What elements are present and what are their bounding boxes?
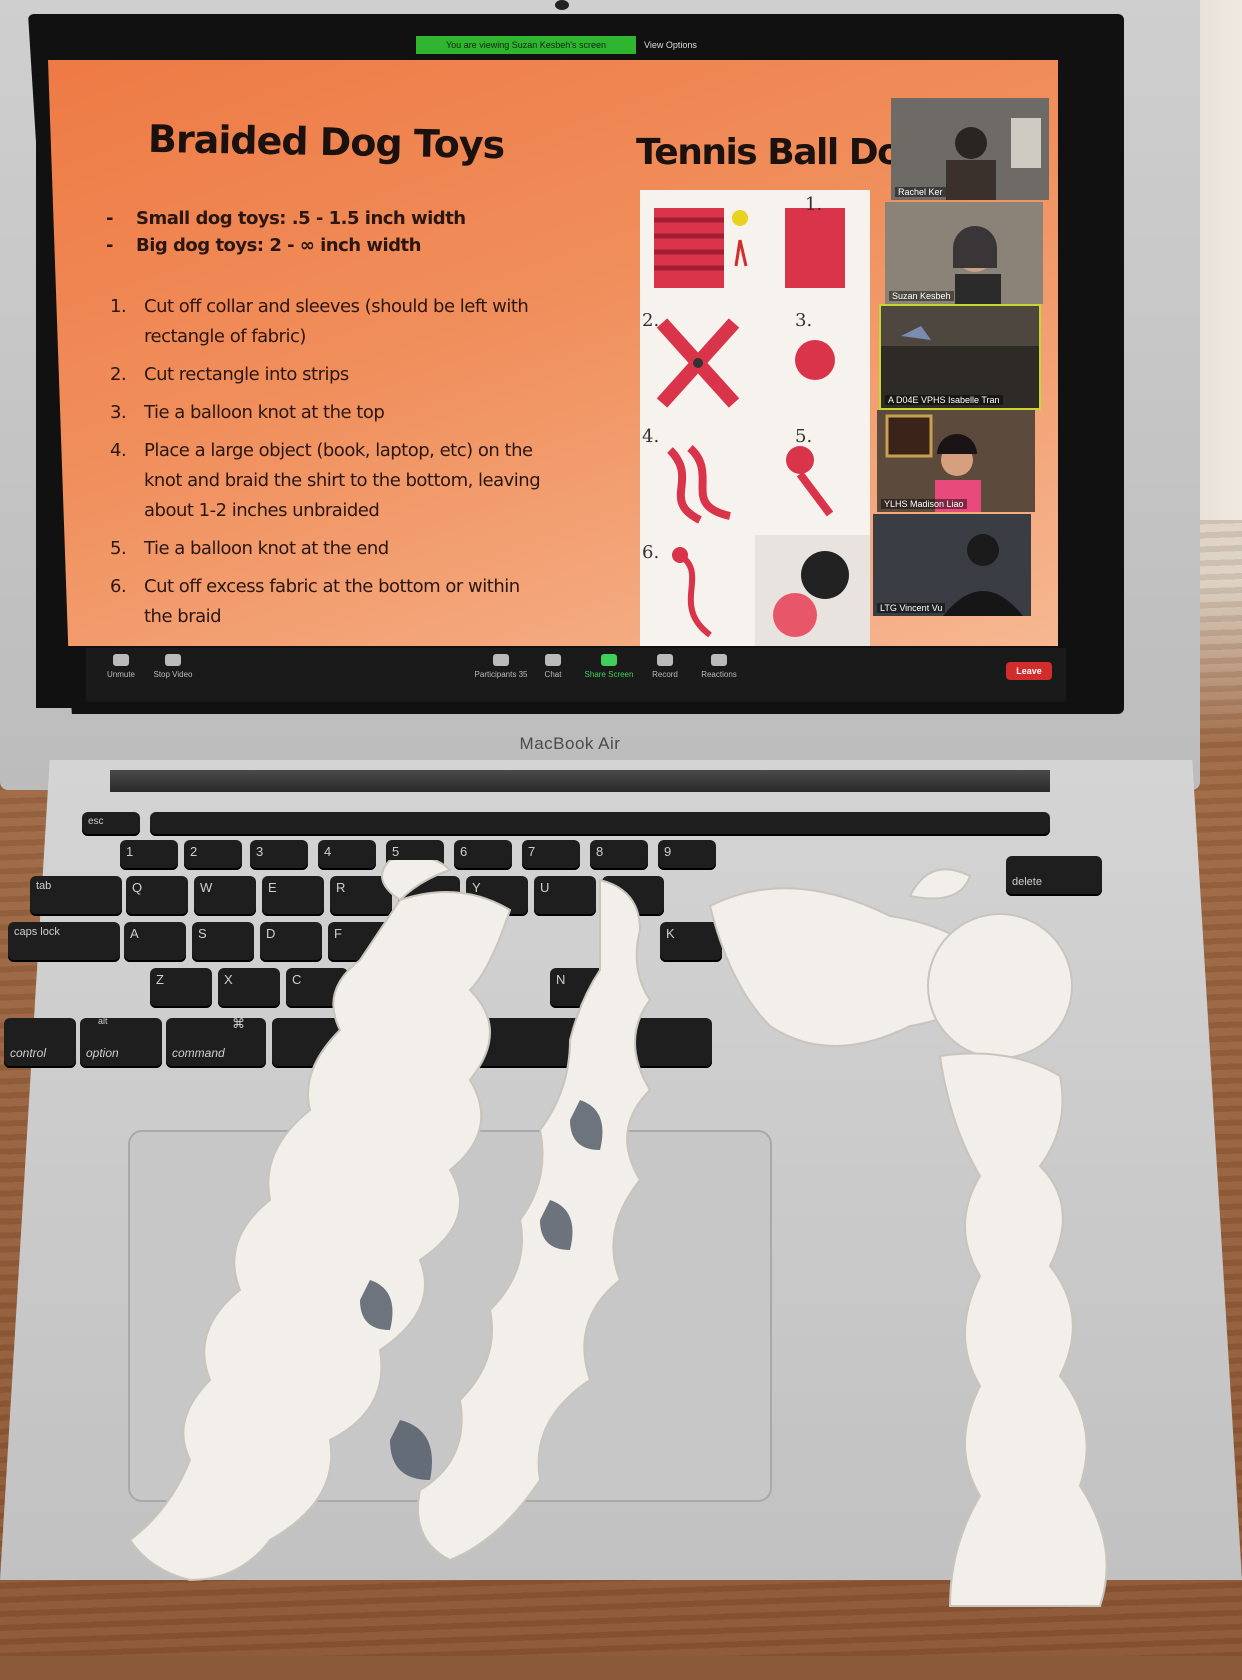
participant-name: Suzan Kesbeh [889, 291, 954, 301]
video-camera-icon [165, 654, 181, 666]
step-number: 3. [795, 310, 813, 331]
step-item: 4. Place a large object (book, laptop, et… [110, 440, 541, 521]
participants-icon [493, 654, 509, 666]
photo-knot [755, 305, 870, 420]
participant-video[interactable]: YLHS Madison Liao [877, 410, 1035, 512]
stop-video-button[interactable]: Stop Video [138, 654, 208, 679]
bullet-item: - Big dog toys: 2 - ∞ inch width [106, 235, 421, 256]
reactions-icon [711, 654, 727, 666]
photo-dog [755, 535, 870, 646]
step-number: 1. [805, 194, 823, 215]
step-number: 2. [642, 310, 660, 331]
step-number: 4. [642, 426, 660, 447]
leave-button[interactable]: Leave [1006, 662, 1052, 680]
zoom-toolbar: Unmute Stop Video Participants 35 Chat S… [86, 648, 1066, 702]
step-item: 5. Tie a balloon knot at the end [110, 538, 389, 559]
slide-title-right: Tennis Ball Dog [636, 132, 926, 173]
instruction-photos: 1. 2. 3. 4. 5. 6. [640, 190, 870, 646]
view-options-button[interactable]: View Options [644, 36, 697, 54]
reactions-button[interactable]: Reactions [684, 654, 754, 679]
participant-video[interactable]: LTG Vincent Vu [873, 514, 1031, 616]
step-item: 3. Tie a balloon knot at the top [110, 402, 385, 423]
photo-shirt [640, 190, 755, 305]
participant-name: YLHS Madison Liao [881, 499, 967, 509]
step-item: 6. Cut off excess fabric at the bottom or… [110, 576, 520, 627]
steps-list: 1. Cut off collar and sleeves (should be … [110, 292, 550, 640]
laptop-lid: You are viewing Suzan Kesbeh's screen Vi… [0, 0, 1200, 790]
participant-name: A D04E VPHS Isabelle Tran [885, 395, 1003, 405]
key-row-function[interactable] [150, 812, 1050, 836]
participant-video[interactable]: Suzan Kesbeh [885, 202, 1043, 304]
record-icon [657, 654, 673, 666]
webcam-icon [555, 0, 569, 10]
step-number: 5. [795, 426, 813, 447]
step-item: 1. Cut off collar and sleeves (should be … [110, 296, 529, 347]
participant-name: LTG Vincent Vu [877, 603, 946, 613]
participant-name: Rachel Ker [895, 187, 946, 197]
share-screen-icon [601, 654, 617, 666]
braided-toy-left [128, 860, 652, 1582]
chat-icon [545, 654, 561, 666]
braided-toy-right [708, 868, 1108, 1607]
participant-video[interactable]: Rachel Ker [891, 98, 1049, 200]
bullet-list: - Small dog toys: .5 - 1.5 inch width - Bi… [106, 208, 466, 262]
step-number: 6. [642, 542, 660, 563]
bullet-item: - Small dog toys: .5 - 1.5 inch width [106, 208, 466, 229]
slide-title-left: Braided Dog Toys [147, 116, 505, 168]
key-esc[interactable]: esc [82, 812, 140, 836]
photo-braid-end [755, 420, 870, 535]
microphone-icon [113, 654, 129, 666]
share-banner: You are viewing Suzan Kesbeh's screen [416, 36, 636, 54]
laptop-hinge [110, 770, 1050, 792]
step-item: 2. Cut rectangle into strips [110, 364, 349, 385]
laptop-brand-label: MacBook Air [519, 734, 621, 753]
participant-video[interactable]: A D04E VPHS Isabelle Tran [879, 304, 1041, 410]
zoom-window: You are viewing Suzan Kesbeh's screen Vi… [36, 28, 1116, 708]
